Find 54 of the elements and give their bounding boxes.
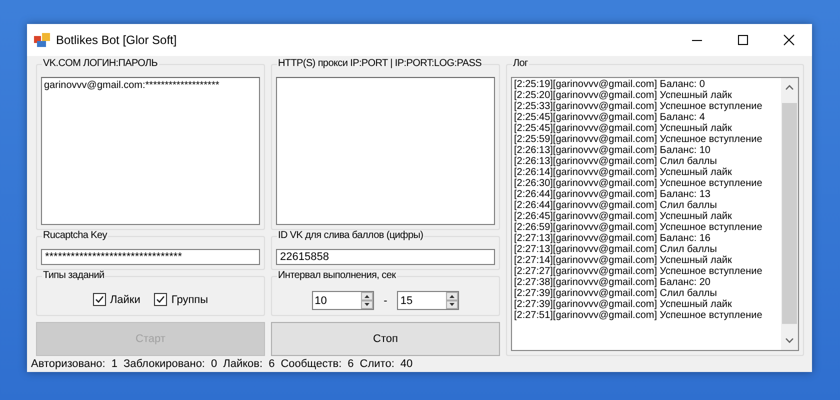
- log-line: [2:27:39][garinovvv@gmail.com] Успешный лайк: [514, 299, 733, 310]
- log-line: [2:25:20][garinovvv@gmail.com] Успешный лайк: [514, 90, 733, 101]
- status-label: Заблокировано:: [123, 358, 205, 370]
- log-line: [2:27:38][garinovvv@gmail.com] Баланс: 20: [514, 277, 712, 288]
- stop-button[interactable]: Стоп: [271, 322, 500, 356]
- status-value: 0: [211, 358, 218, 370]
- number-field[interactable]: 15: [397, 291, 460, 310]
- accounts-text-area[interactable]: garinovvv@gmail.com:*******************: [41, 77, 260, 225]
- status-label: Сообществ:: [280, 358, 342, 370]
- status-value: 40: [400, 358, 413, 370]
- checkbox[interactable]: [92, 293, 106, 306]
- log-line: [2:26:30][garinovvv@gmail.com] Успешное вступление: [514, 178, 764, 189]
- log-line: [2:27:14][garinovvv@gmail.com] Успешный лайк: [514, 255, 733, 266]
- status-label: Слито:: [360, 358, 394, 370]
- group-label: ID VK для слива баллов (цифры): [277, 230, 424, 242]
- scrollbar[interactable]: [781, 78, 798, 350]
- log-line: [2:26:44][garinovvv@gmail.com] Баланс: 13: [514, 189, 712, 200]
- log-line: [2:25:33][garinovvv@gmail.com] Успешное вступление: [514, 101, 764, 112]
- range-separator: -: [384, 294, 388, 306]
- log-line: [2:26:59][garinovvv@gmail.com] Успешное вступление: [514, 222, 764, 233]
- log-line: [2:26:14][garinovvv@gmail.com] Успешный лайк: [514, 167, 733, 178]
- log-line: [2:26:45][garinovvv@gmail.com] Успешный лайк: [514, 211, 733, 222]
- log-line: [2:25:59][garinovvv@gmail.com] Успешное вступление: [514, 134, 764, 145]
- log-line: [2:26:13][garinovvv@gmail.com] Баланс: 10: [514, 145, 712, 156]
- group-label: Интервал выполнения, сек: [277, 270, 397, 282]
- key-field[interactable]: ********************************: [41, 249, 260, 265]
- spinner-arrows-icon[interactable]: [446, 292, 458, 309]
- group-label: HTTP(S) прокси IP:PORT | IP:PORT:LOG:PASS: [277, 58, 482, 70]
- proxies-text-area[interactable]: [276, 77, 495, 225]
- status-label: Лайков:: [223, 358, 263, 370]
- status-value: 6: [268, 358, 275, 370]
- log-line: [2:25:45][garinovvv@gmail.com] Баланс: 4: [514, 112, 706, 123]
- status-label: Авторизовано:: [31, 358, 106, 370]
- log-line: [2:25:19][garinovvv@gmail.com] Баланс: 0: [514, 79, 706, 90]
- group-label: Rucaptcha Key: [42, 230, 108, 242]
- log-line: [2:25:45][garinovvv@gmail.com] Успешный лайк: [514, 123, 733, 134]
- app-icon: [34, 33, 50, 47]
- checkbox-label: Группы: [171, 294, 208, 306]
- status-value: 6: [348, 358, 354, 370]
- log-line: [2:27:13][garinovvv@gmail.com] Слил баллы: [514, 244, 718, 255]
- checkbox-label: Лайки: [110, 294, 140, 306]
- log-line: [2:27:27][garinovvv@gmail.com] Успешное вступление: [514, 266, 764, 277]
- group-label: Типы заданий: [42, 270, 106, 282]
- log-line: [2:26:13][garinovvv@gmail.com] Слил баллы: [514, 156, 718, 167]
- vk-id-field[interactable]: 22615858: [276, 249, 495, 265]
- log-line: [2:26:44][garinovvv@gmail.com] Слил баллы: [514, 200, 718, 211]
- log-line: [2:27:51][garinovvv@gmail.com] Успешное вступление: [514, 310, 764, 321]
- log-line: [2:27:13][garinovvv@gmail.com] Баланс: 16: [514, 233, 712, 244]
- spinner-arrows-icon[interactable]: [360, 292, 373, 309]
- checkbox[interactable]: [154, 293, 168, 306]
- window-title: Botlikes Bot [Glor Soft]: [56, 33, 178, 47]
- log-line: [2:27:39][garinovvv@gmail.com] Слил баллы: [514, 288, 718, 299]
- number-field[interactable]: 10: [312, 291, 374, 310]
- status-value: 1: [111, 358, 118, 370]
